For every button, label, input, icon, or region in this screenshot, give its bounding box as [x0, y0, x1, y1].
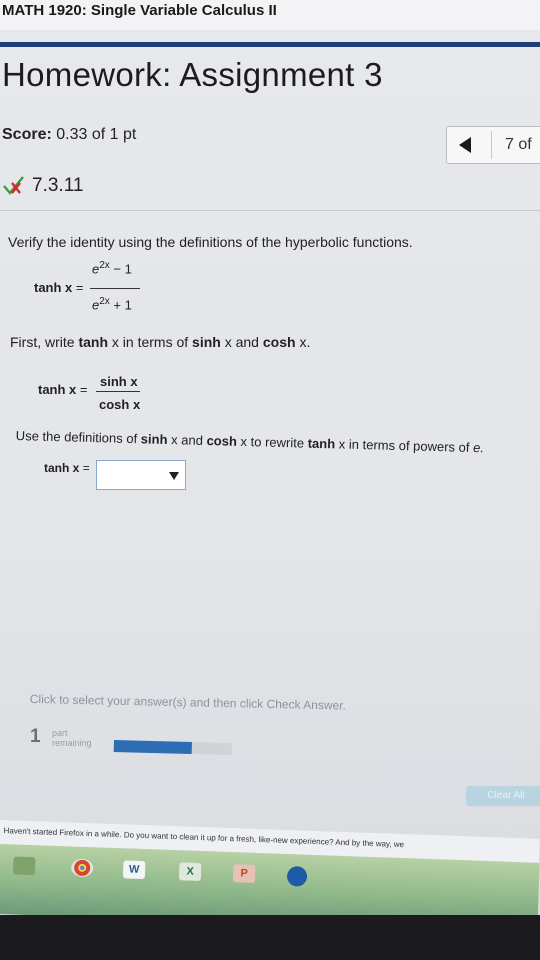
section-divider [0, 210, 540, 211]
question-navigator: 7 of [446, 126, 540, 164]
page-title: Homework: Assignment 3 [2, 56, 383, 93]
step2-fn-cosh: cosh [206, 432, 238, 449]
answer-hint: Click to select your answer(s) and then … [29, 692, 347, 713]
denominator-tail: + 1 [113, 297, 132, 313]
step1-fn-sinh: sinh [192, 334, 221, 350]
course-header: MATH 1920: Single Variable Calculus II [0, 0, 540, 30]
parts-progress-bar [113, 740, 232, 756]
step2-fn-sinh: sinh [140, 431, 168, 447]
parts-remaining-count: 1 [30, 726, 41, 747]
identity-equals: = [75, 280, 84, 295]
step1-eq-equals: = [79, 382, 88, 397]
identity-fraction-bar [90, 288, 140, 289]
question-header: 7.3.11 [0, 172, 540, 202]
header-rule [0, 42, 540, 47]
taskbar-start-icon[interactable] [12, 856, 36, 876]
step1-eq-numerator: sinh x [100, 374, 138, 389]
parts-progress-fill [113, 740, 192, 755]
step1-pre: First, write [10, 334, 75, 350]
step1-mid1: x in terms of [111, 334, 189, 350]
numerator-exponent: 2x [99, 260, 110, 271]
word-icon[interactable]: W [122, 860, 146, 880]
step1-fn-tanh: tanh [78, 334, 109, 350]
question-counter[interactable]: 7 of [505, 136, 532, 154]
answer-dropdown[interactable] [96, 460, 186, 490]
step2-instruction: Use the definitions of sinh x and cosh x… [16, 428, 485, 455]
answer-lhs: tanh x [44, 461, 80, 475]
identity-denominator: e2x + 1 [92, 296, 132, 312]
step1-post: x. [299, 334, 311, 350]
navigator-divider [491, 131, 492, 159]
identity-lhs: tanh x [34, 280, 73, 295]
step2-mid1: x and [170, 432, 204, 448]
parts-label-line1: part [52, 728, 68, 738]
question-number: 7.3.11 [32, 175, 84, 196]
step1-eq-denominator: cosh x [99, 397, 141, 412]
score-label: Score: [2, 126, 52, 143]
step2-var: e. [472, 439, 485, 456]
step1-fn-cosh: cosh [262, 334, 296, 350]
denominator-exponent: 2x [99, 296, 110, 307]
step2-mid2: x to rewrite [240, 433, 305, 451]
numerator-tail: − 1 [113, 261, 132, 277]
step1-instruction: First, write tanh x in terms of sinh x a… [10, 334, 310, 350]
question-instruction: Verify the identity using the definition… [8, 234, 413, 250]
answer-equals: = [82, 461, 90, 475]
identity-numerator: e2x − 1 [92, 260, 132, 276]
step1-equation: tanh x = [38, 382, 88, 397]
parts-label-line2: remaining [52, 738, 92, 748]
step1-eq-lhs: tanh x [38, 382, 77, 397]
step2-pre: Use the definitions of [15, 428, 138, 447]
parts-remaining-label: part remaining [52, 728, 92, 748]
excel-icon[interactable]: X [178, 862, 202, 882]
browser-viewport: MATH 1920: Single Variable Calculus II H… [0, 0, 540, 915]
dropdown-arrow-icon[interactable] [169, 472, 179, 480]
score-value: 0.33 of 1 pt [56, 126, 137, 143]
identity-equation: tanh x = [34, 280, 84, 295]
step1-fraction-bar [96, 391, 140, 392]
step1-mid2: x and [224, 334, 259, 350]
course-title[interactable]: MATH 1920: Single Variable Calculus II [2, 2, 277, 19]
previous-question-icon[interactable] [459, 137, 471, 153]
clear-all-button[interactable]: Clear All [466, 786, 540, 806]
powerpoint-icon[interactable]: P [232, 864, 256, 883]
step2-post: x in terms of powers of [338, 436, 470, 455]
partial-credit-icon [3, 176, 24, 195]
step2-fn-tanh: tanh [307, 435, 336, 452]
answer-equation: tanh x = [44, 461, 90, 475]
score-display: Score: 0.33 of 1 pt [2, 126, 136, 144]
chrome-icon[interactable] [70, 858, 94, 878]
firefox-icon[interactable] [286, 866, 308, 887]
